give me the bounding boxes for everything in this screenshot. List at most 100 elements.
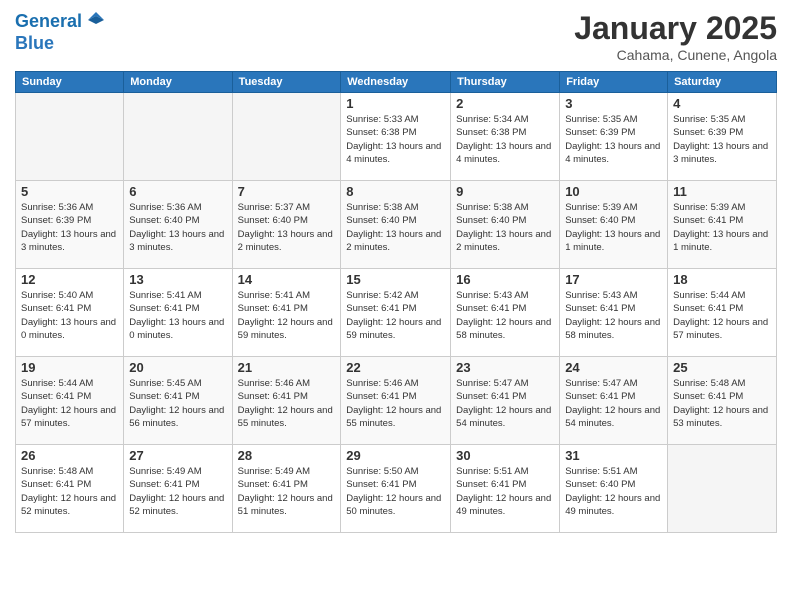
day-number: 18 bbox=[673, 272, 771, 287]
calendar-cell: 17 Sunrise: 5:43 AM Sunset: 6:41 PM Dayli… bbox=[560, 269, 668, 357]
calendar-cell bbox=[16, 93, 124, 181]
month-title: January 2025 bbox=[574, 10, 777, 47]
calendar-cell: 26 Sunrise: 5:48 AM Sunset: 6:41 PM Dayli… bbox=[16, 445, 124, 533]
calendar-cell bbox=[232, 93, 341, 181]
calendar-cell: 24 Sunrise: 5:47 AM Sunset: 6:41 PM Dayli… bbox=[560, 357, 668, 445]
day-info: Sunrise: 5:41 AM Sunset: 6:41 PM Dayligh… bbox=[238, 289, 336, 342]
calendar-cell: 13 Sunrise: 5:41 AM Sunset: 6:41 PM Dayli… bbox=[124, 269, 232, 357]
day-number: 13 bbox=[129, 272, 226, 287]
day-number: 22 bbox=[346, 360, 445, 375]
day-info: Sunrise: 5:36 AM Sunset: 6:40 PM Dayligh… bbox=[129, 201, 226, 254]
weekday-header: Wednesday bbox=[341, 72, 451, 93]
day-number: 19 bbox=[21, 360, 118, 375]
day-number: 9 bbox=[456, 184, 554, 199]
calendar-cell: 31 Sunrise: 5:51 AM Sunset: 6:40 PM Dayli… bbox=[560, 445, 668, 533]
calendar-cell: 1Sunrise: 5:33 AM Sunset: 6:38 PM Daylig… bbox=[341, 93, 451, 181]
day-number: 24 bbox=[565, 360, 662, 375]
header: General Blue January 2025 Cahama, Cunene… bbox=[15, 10, 777, 63]
day-info: Sunrise: 5:49 AM Sunset: 6:41 PM Dayligh… bbox=[129, 465, 226, 518]
calendar-cell: 21Sunrise: 5:46 AM Sunset: 6:41 PM Dayli… bbox=[232, 357, 341, 445]
calendar-cell: 16 Sunrise: 5:43 AM Sunset: 6:41 PM Dayli… bbox=[451, 269, 560, 357]
day-number: 3 bbox=[565, 96, 662, 111]
day-number: 5 bbox=[21, 184, 118, 199]
day-number: 14 bbox=[238, 272, 336, 287]
calendar-cell: 27Sunrise: 5:49 AM Sunset: 6:41 PM Dayli… bbox=[124, 445, 232, 533]
logo-text-blue: Blue bbox=[15, 34, 108, 54]
day-info: Sunrise: 5:40 AM Sunset: 6:41 PM Dayligh… bbox=[21, 289, 118, 342]
calendar-cell: 4 Sunrise: 5:35 AM Sunset: 6:39 PM Daylig… bbox=[668, 93, 777, 181]
day-info: Sunrise: 5:48 AM Sunset: 6:41 PM Dayligh… bbox=[21, 465, 118, 518]
calendar-cell: 22 Sunrise: 5:46 AM Sunset: 6:41 PM Dayli… bbox=[341, 357, 451, 445]
subtitle: Cahama, Cunene, Angola bbox=[574, 47, 777, 63]
calendar-cell: 12Sunrise: 5:40 AM Sunset: 6:41 PM Dayli… bbox=[16, 269, 124, 357]
calendar-cell: 5 Sunrise: 5:36 AM Sunset: 6:39 PM Daylig… bbox=[16, 181, 124, 269]
day-number: 8 bbox=[346, 184, 445, 199]
day-number: 20 bbox=[129, 360, 226, 375]
day-info: Sunrise: 5:43 AM Sunset: 6:41 PM Dayligh… bbox=[456, 289, 554, 342]
weekday-header: Saturday bbox=[668, 72, 777, 93]
logo-text: General bbox=[15, 12, 82, 32]
calendar-cell: 18 Sunrise: 5:44 AM Sunset: 6:41 PM Dayli… bbox=[668, 269, 777, 357]
day-info: Sunrise: 5:46 AM Sunset: 6:41 PM Dayligh… bbox=[346, 377, 445, 430]
day-number: 26 bbox=[21, 448, 118, 463]
weekday-header: Tuesday bbox=[232, 72, 341, 93]
day-info: Sunrise: 5:34 AM Sunset: 6:38 PM Dayligh… bbox=[456, 113, 554, 166]
day-info: Sunrise: 5:35 AM Sunset: 6:39 PM Dayligh… bbox=[565, 113, 662, 166]
calendar-week-row: 5 Sunrise: 5:36 AM Sunset: 6:39 PM Daylig… bbox=[16, 181, 777, 269]
day-info: Sunrise: 5:43 AM Sunset: 6:41 PM Dayligh… bbox=[565, 289, 662, 342]
day-info: Sunrise: 5:37 AM Sunset: 6:40 PM Dayligh… bbox=[238, 201, 336, 254]
day-info: Sunrise: 5:38 AM Sunset: 6:40 PM Dayligh… bbox=[346, 201, 445, 254]
day-info: Sunrise: 5:38 AM Sunset: 6:40 PM Dayligh… bbox=[456, 201, 554, 254]
day-number: 16 bbox=[456, 272, 554, 287]
weekday-header: Thursday bbox=[451, 72, 560, 93]
day-info: Sunrise: 5:44 AM Sunset: 6:41 PM Dayligh… bbox=[673, 289, 771, 342]
weekday-header: Monday bbox=[124, 72, 232, 93]
day-number: 29 bbox=[346, 448, 445, 463]
calendar-table: SundayMondayTuesdayWednesdayThursdayFrid… bbox=[15, 71, 777, 533]
day-number: 31 bbox=[565, 448, 662, 463]
day-number: 2 bbox=[456, 96, 554, 111]
calendar-cell: 7Sunrise: 5:37 AM Sunset: 6:40 PM Daylig… bbox=[232, 181, 341, 269]
calendar-cell: 25 Sunrise: 5:48 AM Sunset: 6:41 PM Dayli… bbox=[668, 357, 777, 445]
calendar-cell: 29Sunrise: 5:50 AM Sunset: 6:41 PM Dayli… bbox=[341, 445, 451, 533]
day-number: 6 bbox=[129, 184, 226, 199]
day-number: 4 bbox=[673, 96, 771, 111]
logo-icon bbox=[84, 8, 108, 32]
title-block: January 2025 Cahama, Cunene, Angola bbox=[574, 10, 777, 63]
day-info: Sunrise: 5:51 AM Sunset: 6:41 PM Dayligh… bbox=[456, 465, 554, 518]
calendar-cell: 19Sunrise: 5:44 AM Sunset: 6:41 PM Dayli… bbox=[16, 357, 124, 445]
day-info: Sunrise: 5:48 AM Sunset: 6:41 PM Dayligh… bbox=[673, 377, 771, 430]
calendar-cell: 10Sunrise: 5:39 AM Sunset: 6:40 PM Dayli… bbox=[560, 181, 668, 269]
calendar-cell bbox=[668, 445, 777, 533]
calendar-cell: 3 Sunrise: 5:35 AM Sunset: 6:39 PM Daylig… bbox=[560, 93, 668, 181]
day-number: 11 bbox=[673, 184, 771, 199]
calendar-cell: 15 Sunrise: 5:42 AM Sunset: 6:41 PM Dayli… bbox=[341, 269, 451, 357]
weekday-header: Friday bbox=[560, 72, 668, 93]
calendar-week-row: 26 Sunrise: 5:48 AM Sunset: 6:41 PM Dayli… bbox=[16, 445, 777, 533]
calendar-cell: 20 Sunrise: 5:45 AM Sunset: 6:41 PM Dayli… bbox=[124, 357, 232, 445]
day-number: 25 bbox=[673, 360, 771, 375]
day-info: Sunrise: 5:42 AM Sunset: 6:41 PM Dayligh… bbox=[346, 289, 445, 342]
day-info: Sunrise: 5:51 AM Sunset: 6:40 PM Dayligh… bbox=[565, 465, 662, 518]
day-number: 28 bbox=[238, 448, 336, 463]
day-info: Sunrise: 5:45 AM Sunset: 6:41 PM Dayligh… bbox=[129, 377, 226, 430]
logo: General Blue bbox=[15, 10, 108, 54]
calendar-cell: 30Sunrise: 5:51 AM Sunset: 6:41 PM Dayli… bbox=[451, 445, 560, 533]
calendar-cell: 6 Sunrise: 5:36 AM Sunset: 6:40 PM Daylig… bbox=[124, 181, 232, 269]
calendar-header-row: SundayMondayTuesdayWednesdayThursdayFrid… bbox=[16, 72, 777, 93]
calendar-cell: 28 Sunrise: 5:49 AM Sunset: 6:41 PM Dayli… bbox=[232, 445, 341, 533]
calendar-cell: 8 Sunrise: 5:38 AM Sunset: 6:40 PM Daylig… bbox=[341, 181, 451, 269]
day-info: Sunrise: 5:35 AM Sunset: 6:39 PM Dayligh… bbox=[673, 113, 771, 166]
calendar-cell: 11 Sunrise: 5:39 AM Sunset: 6:41 PM Dayli… bbox=[668, 181, 777, 269]
day-number: 17 bbox=[565, 272, 662, 287]
day-info: Sunrise: 5:36 AM Sunset: 6:39 PM Dayligh… bbox=[21, 201, 118, 254]
day-info: Sunrise: 5:33 AM Sunset: 6:38 PM Dayligh… bbox=[346, 113, 445, 166]
day-info: Sunrise: 5:41 AM Sunset: 6:41 PM Dayligh… bbox=[129, 289, 226, 342]
calendar-week-row: 19Sunrise: 5:44 AM Sunset: 6:41 PM Dayli… bbox=[16, 357, 777, 445]
day-info: Sunrise: 5:47 AM Sunset: 6:41 PM Dayligh… bbox=[456, 377, 554, 430]
day-info: Sunrise: 5:47 AM Sunset: 6:41 PM Dayligh… bbox=[565, 377, 662, 430]
day-info: Sunrise: 5:39 AM Sunset: 6:41 PM Dayligh… bbox=[673, 201, 771, 254]
day-info: Sunrise: 5:49 AM Sunset: 6:41 PM Dayligh… bbox=[238, 465, 336, 518]
day-number: 15 bbox=[346, 272, 445, 287]
calendar-cell bbox=[124, 93, 232, 181]
